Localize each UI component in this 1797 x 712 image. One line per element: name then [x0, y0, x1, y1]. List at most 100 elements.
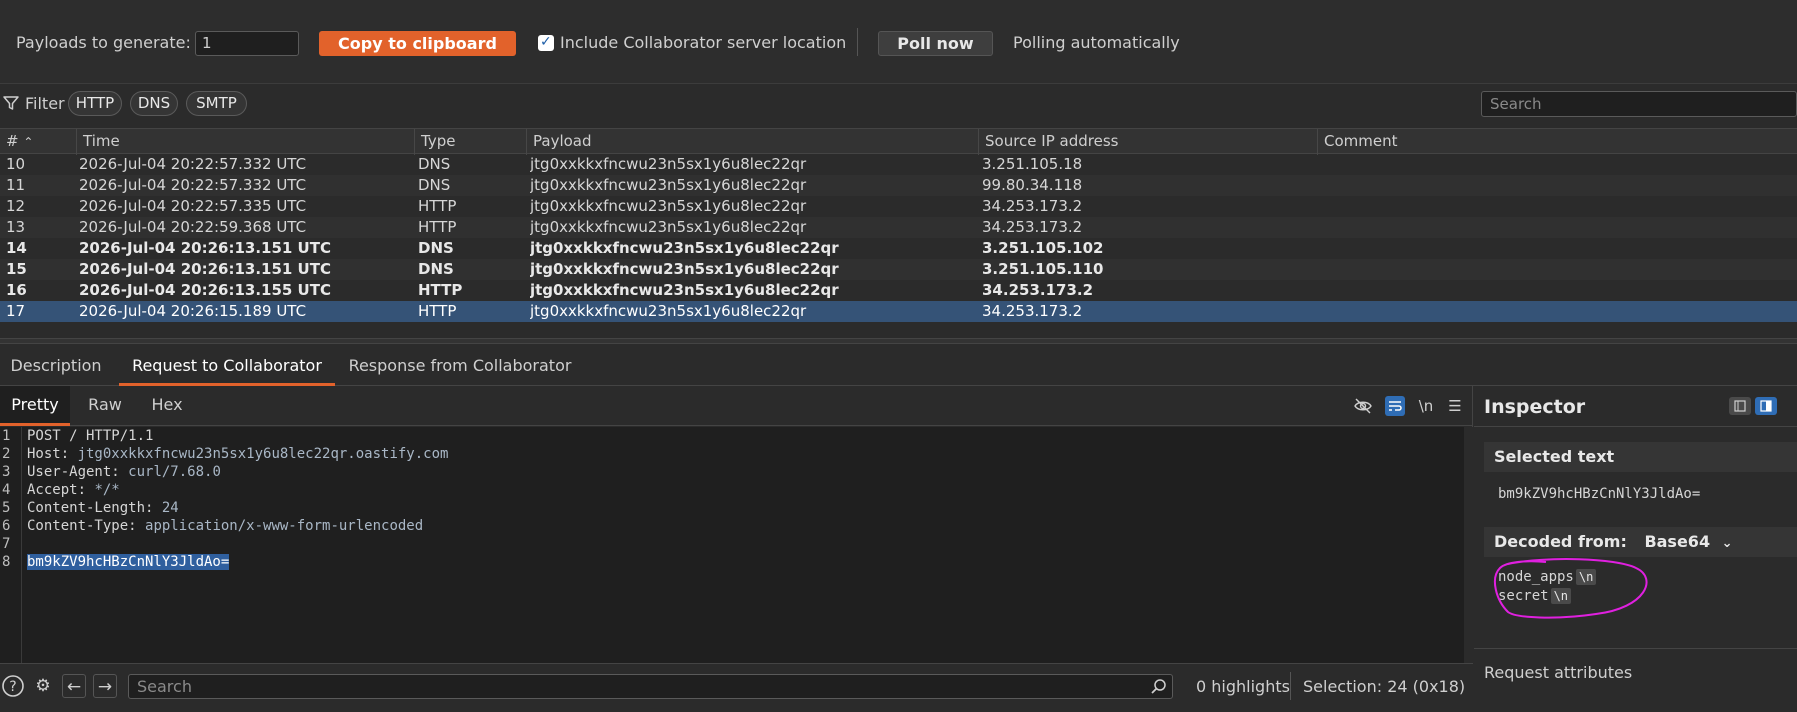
row-type: HTTP [418, 218, 457, 236]
code-line-accept: Accept: */* [27, 482, 120, 498]
word-wrap-icon[interactable] [1385, 396, 1405, 416]
inspector-section-divider [1474, 648, 1797, 649]
row-time: 2026-Jul-04 20:22:57.335 UTC [79, 197, 307, 215]
split-pane-divider[interactable] [0, 338, 1797, 344]
inspector-panel: Inspector Selected text bm9kZV9hcHBzCnNl… [1474, 386, 1797, 712]
code-line-request: POST / HTTP/1.1 [27, 428, 154, 444]
filter-chip-dns[interactable]: DNS [130, 91, 178, 116]
hide-non-printable-icon[interactable] [1353, 396, 1373, 416]
column-header-type[interactable]: Type [414, 129, 526, 155]
inspector-title: Inspector [1484, 396, 1586, 418]
next-match-arrow-icon[interactable]: → [93, 674, 117, 698]
filter-label[interactable]: Filter [25, 94, 65, 113]
row-number: 16 [6, 281, 27, 299]
tab-request-to-collaborator[interactable]: Request to Collaborator [119, 350, 335, 386]
filter-chip-smtp[interactable]: SMTP [186, 91, 247, 116]
column-header-source-ip[interactable]: Source IP address [978, 129, 1317, 155]
include-location-checkbox[interactable]: ✓ [538, 34, 554, 51]
column-header-number[interactable]: # ⌃ [0, 129, 76, 155]
tab-hex[interactable]: Hex [140, 386, 194, 426]
line-number: 1 [2, 428, 11, 444]
checkmark-icon: ✓ [540, 34, 552, 50]
line-number: 7 [2, 536, 11, 552]
code-line-body: bm9kZV9hcHBzCnNlY3JldAo= [27, 553, 230, 571]
editor-menu-icon[interactable]: ☰ [1445, 396, 1465, 416]
row-source-ip: 34.253.173.2 [982, 197, 1083, 215]
row-time: 2026-Jul-04 20:22:57.332 UTC [79, 176, 307, 194]
table-row[interactable]: 10 2026-Jul-04 20:22:57.332 UTC DNS jtg0xxk… [0, 154, 1797, 175]
selected-text-section[interactable]: Selected text [1484, 442, 1797, 472]
row-source-ip: 3.251.105.18 [982, 155, 1083, 173]
selected-body-text[interactable]: bm9kZV9hcHBzCnNlY3JldAo= [27, 554, 230, 570]
row-source-ip: 3.251.105.102 [982, 239, 1104, 257]
table-search-input[interactable]: Search [1481, 91, 1797, 117]
status-divider [1290, 672, 1291, 700]
editor-scrollbar[interactable] [1464, 427, 1473, 663]
line-number: 8 [2, 554, 11, 570]
row-payload: jtg0xxkkxfncwu23n5sx1y6u8lec22qr [530, 302, 807, 320]
request-code-view[interactable]: 1 2 3 4 5 6 7 8 POST / HTTP/1.1 Host: jt… [0, 427, 1464, 663]
column-header-comment[interactable]: Comment [1317, 129, 1797, 155]
previous-match-arrow-icon[interactable]: ← [62, 674, 86, 698]
selection-info: Selection: 24 (0x18) [1303, 677, 1466, 696]
row-time: 2026-Jul-04 20:26:15.189 UTC [79, 302, 307, 320]
highlights-count: 0 highlights [1196, 677, 1290, 696]
help-icon[interactable]: ? [1, 674, 25, 698]
row-type: DNS [418, 176, 451, 194]
row-payload: jtg0xxkkxfncwu23n5sx1y6u8lec22qr [530, 260, 839, 278]
line-number: 3 [2, 464, 11, 480]
row-type: DNS [418, 155, 451, 173]
include-location-label: Include Collaborator server location [560, 33, 847, 52]
toolbar-divider [857, 28, 858, 56]
request-attributes-section[interactable]: Request attributes [1484, 663, 1632, 682]
row-source-ip: 3.251.105.110 [982, 260, 1104, 278]
detail-tabs: Description Request to Collaborator Resp… [0, 350, 1797, 386]
decode-format-dropdown[interactable]: Base64 [1644, 532, 1710, 551]
row-time: 2026-Jul-04 20:22:57.332 UTC [79, 155, 307, 173]
inspector-header-divider [1474, 426, 1797, 427]
row-number: 13 [6, 218, 26, 236]
row-payload: jtg0xxkkxfncwu23n5sx1y6u8lec22qr [530, 176, 807, 194]
inspector-layout-side-icon[interactable] [1755, 397, 1777, 415]
table-row[interactable]: 12 2026-Jul-04 20:22:57.335 UTC HTTP jtg0xx… [0, 196, 1797, 217]
row-payload: jtg0xxkkxfncwu23n5sx1y6u8lec22qr [530, 218, 807, 236]
inspector-layout-list-icon[interactable] [1729, 397, 1751, 415]
code-line-content-type: Content-Type: application/x-www-form-url… [27, 518, 424, 534]
column-header-payload[interactable]: Payload [526, 129, 978, 155]
tab-response-from-collaborator[interactable]: Response from Collaborator [342, 350, 578, 386]
row-number: 14 [6, 239, 27, 257]
row-number: 12 [6, 197, 26, 215]
table-row[interactable]: 11 2026-Jul-04 20:22:57.332 UTC DNS jtg0xxk… [0, 175, 1797, 196]
tab-raw[interactable]: Raw [76, 386, 134, 426]
code-line-content-length: Content-Length: 24 [27, 500, 179, 516]
line-number: 2 [2, 446, 11, 462]
column-header-time[interactable]: Time [76, 129, 414, 155]
row-number: 15 [6, 260, 27, 278]
polling-status: Polling automatically [1013, 33, 1180, 52]
row-source-ip: 34.253.173.2 [982, 302, 1083, 320]
row-payload: jtg0xxkkxfncwu23n5sx1y6u8lec22qr [530, 155, 807, 173]
show-newlines-toggle[interactable]: \n [1416, 396, 1436, 416]
table-row[interactable]: 15 2026-Jul-04 20:26:13.151 UTC DNS jtg0xxk… [0, 259, 1797, 280]
decoded-from-section[interactable]: Decoded from: Base64 ⌄ [1484, 527, 1797, 557]
poll-now-button[interactable]: Poll now [878, 31, 993, 56]
filter-chip-http[interactable]: HTTP [68, 91, 122, 116]
search-icon[interactable] [1150, 678, 1167, 695]
line-number-gutter: 1 2 3 4 5 6 7 8 [0, 427, 22, 663]
line-number: 5 [2, 500, 11, 516]
request-editor: Pretty Raw Hex \n ☰ 1 2 3 4 5 6 7 8 POST… [0, 386, 1473, 663]
copy-to-clipboard-button[interactable]: Copy to clipboard [319, 31, 516, 56]
row-time: 2026-Jul-04 20:26:13.151 UTC [79, 239, 331, 257]
table-header: # ⌃ Time Type Payload Source IP address … [0, 128, 1797, 155]
table-row[interactable]: 13 2026-Jul-04 20:22:59.368 UTC HTTP jtg0xx… [0, 217, 1797, 238]
table-row[interactable]: 14 2026-Jul-04 20:26:13.151 UTC DNS jtg0xxk… [0, 238, 1797, 259]
row-time: 2026-Jul-04 20:26:13.151 UTC [79, 260, 331, 278]
tab-description[interactable]: Description [0, 350, 112, 386]
settings-gear-icon[interactable]: ⚙ [31, 674, 55, 698]
table-row[interactable]: 17 2026-Jul-04 20:26:15.189 UTC HTTP jtg0xx… [0, 301, 1797, 322]
filter-funnel-icon[interactable] [2, 94, 20, 112]
table-row[interactable]: 16 2026-Jul-04 20:26:13.155 UTC HTTP jtg0xx… [0, 280, 1797, 301]
payloads-count-input[interactable]: 1 [195, 31, 299, 56]
tab-pretty[interactable]: Pretty [0, 386, 70, 426]
editor-search-input[interactable]: Search [128, 674, 1173, 699]
